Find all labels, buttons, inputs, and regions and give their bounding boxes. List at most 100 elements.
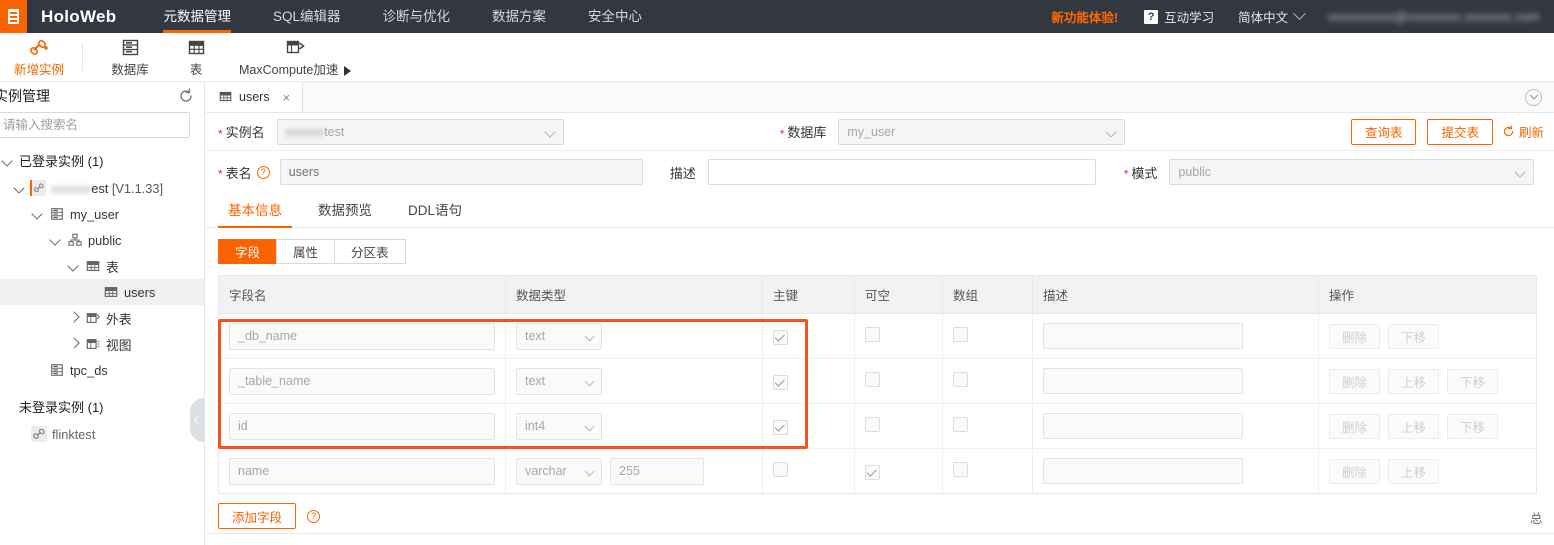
field-name-input[interactable]	[229, 322, 495, 350]
user-account-menu[interactable]: xxxxxxxxxx@xxxxxxxx.xxxxxxx.com	[1314, 10, 1546, 24]
array-checkbox[interactable]	[953, 327, 968, 342]
data-type-select[interactable]: text	[516, 367, 602, 395]
tab-data-preview[interactable]: 数据预览	[308, 199, 382, 227]
tree-item-tpc_ds[interactable]: tpc_ds	[0, 357, 204, 383]
sidebar-collapse-handle[interactable]	[190, 398, 204, 442]
chevron-left-icon	[193, 415, 203, 425]
interactive-learning-button[interactable]: ? 互动学习	[1132, 7, 1226, 26]
search-input[interactable]	[0, 112, 190, 138]
toolbar-maxcompute-accelerate-button[interactable]: MaxCompute加速	[229, 34, 361, 80]
data-length-input[interactable]: 255	[610, 457, 704, 485]
column-header-primary-key: 主键	[762, 275, 855, 314]
chevron-down-icon	[50, 234, 62, 246]
refresh-link[interactable]: 刷新	[1502, 122, 1544, 141]
nav-item-sql-editor[interactable]: SQL编辑器	[252, 0, 362, 33]
move-up-button[interactable]: 上移	[1388, 458, 1440, 484]
move-up-button[interactable]: 上移	[1388, 368, 1440, 394]
close-icon[interactable]: ×	[277, 91, 291, 104]
add-field-button[interactable]: 添加字段	[218, 503, 297, 529]
refresh-icon[interactable]	[178, 88, 194, 104]
description-input[interactable]	[707, 159, 1096, 185]
toolbar-table-button[interactable]: 表	[163, 34, 229, 80]
nav-item-security-center[interactable]: 安全中心	[567, 0, 663, 33]
data-type-select[interactable]: text	[516, 322, 602, 350]
chevron-down-icon	[584, 466, 595, 476]
nav-item-diagnostics[interactable]: 诊断与优化	[361, 0, 471, 33]
description-input[interactable]	[1043, 323, 1243, 349]
move-up-button[interactable]: 上移	[1388, 413, 1440, 439]
chevron-down-icon	[2, 155, 14, 167]
primary-key-checkbox[interactable]	[773, 374, 788, 390]
delete-row-button[interactable]: 删除	[1329, 323, 1381, 349]
nullable-checkbox[interactable]	[865, 417, 880, 432]
brand-title: HoloWeb	[41, 6, 117, 26]
tree-item-views[interactable]: 视图	[0, 331, 204, 357]
help-icon[interactable]: ?	[256, 165, 270, 179]
tree-item-public[interactable]: public	[0, 227, 204, 253]
move-down-button[interactable]: 下移	[1447, 368, 1499, 394]
table-name-input[interactable]	[279, 159, 643, 185]
field-name-input[interactable]	[229, 457, 495, 485]
chevron-down-icon	[1105, 125, 1118, 138]
tree-item-my_user[interactable]: my_user	[0, 201, 204, 227]
data-type-select[interactable]: int4	[516, 412, 602, 440]
link-plus-icon	[29, 37, 49, 57]
description-input[interactable]	[1043, 458, 1243, 484]
tree-item-users[interactable]: users	[0, 279, 204, 305]
tree-item-instance[interactable]: xxxxxxest [V1.1.33]	[0, 175, 204, 201]
tab-basic-info[interactable]: 基本信息	[218, 199, 292, 228]
data-type-select[interactable]: varchar	[516, 457, 602, 485]
delete-row-button[interactable]: 删除	[1329, 413, 1381, 439]
array-checkbox[interactable]	[953, 417, 968, 432]
tree-item-tables[interactable]: 表	[0, 253, 204, 279]
segment-properties[interactable]: 属性	[276, 239, 336, 264]
description-input[interactable]	[1043, 413, 1243, 439]
array-checkbox[interactable]	[953, 372, 968, 387]
description-input[interactable]	[1043, 368, 1243, 394]
primary-key-checkbox[interactable]	[773, 329, 788, 345]
segment-partition-table[interactable]: 分区表	[334, 239, 406, 264]
delete-row-button[interactable]: 删除	[1329, 368, 1381, 394]
nullable-checkbox[interactable]	[865, 464, 880, 480]
footer-divider	[206, 533, 1554, 534]
schema-select[interactable]: public	[1169, 159, 1535, 185]
nav-item-metadata[interactable]: 元数据管理	[142, 0, 252, 33]
cell-nullable	[854, 358, 943, 404]
primary-key-checkbox[interactable]	[773, 419, 788, 435]
nullable-checkbox[interactable]	[865, 372, 880, 387]
nav-item-label: 诊断与优化	[382, 9, 450, 24]
chevron-down-circle-icon[interactable]	[1525, 88, 1542, 106]
query-table-button[interactable]: 查询表	[1350, 118, 1417, 145]
array-checkbox[interactable]	[953, 462, 968, 477]
database-select[interactable]: my_user	[838, 118, 1126, 145]
sidebar-group-not-logged-in[interactable]: 未登录实例 (1)	[0, 383, 204, 421]
field-name-input[interactable]	[229, 367, 495, 395]
required-marker: *	[779, 126, 785, 141]
segment-fields[interactable]: 字段	[218, 239, 278, 264]
submit-table-button[interactable]: 提交表	[1427, 118, 1493, 145]
chevron-down-icon	[32, 208, 44, 220]
tree-item-flinktest[interactable]: flinktest	[0, 421, 204, 447]
nav-item-data-solutions[interactable]: 数据方案	[471, 0, 567, 33]
field-name-input[interactable]	[229, 412, 495, 440]
primary-key-checkbox[interactable]	[773, 462, 788, 477]
sidebar-group-logged-in[interactable]: 已登录实例 (1)	[0, 138, 204, 175]
document-tab-users[interactable]: users ×	[206, 82, 304, 112]
column-header-description: 描述	[1032, 275, 1319, 314]
nullable-checkbox[interactable]	[865, 327, 880, 342]
cell-operations: 删除 上移 下移	[1318, 358, 1537, 404]
move-down-button[interactable]: 下移	[1447, 413, 1499, 439]
toolbar-add-instance-button[interactable]: 新增实例	[4, 34, 74, 80]
move-down-button[interactable]: 下移	[1388, 323, 1440, 349]
nav-item-label: SQL编辑器	[272, 9, 341, 24]
toolbar-database-button[interactable]: 数据库	[97, 34, 163, 80]
delete-row-button[interactable]: 删除	[1329, 458, 1381, 484]
tree-item-foreign-tables[interactable]: 外表	[0, 305, 204, 331]
help-icon[interactable]: ?	[307, 509, 321, 523]
tab-ddl-statement[interactable]: DDL语句	[398, 199, 472, 227]
language-selector[interactable]: 简体中文	[1226, 7, 1314, 26]
new-feature-promo-link[interactable]: 新功能体验!	[1037, 7, 1132, 26]
nav-item-label: 安全中心	[587, 9, 642, 24]
instance-name-select[interactable]: xxxxxx test	[276, 118, 564, 145]
